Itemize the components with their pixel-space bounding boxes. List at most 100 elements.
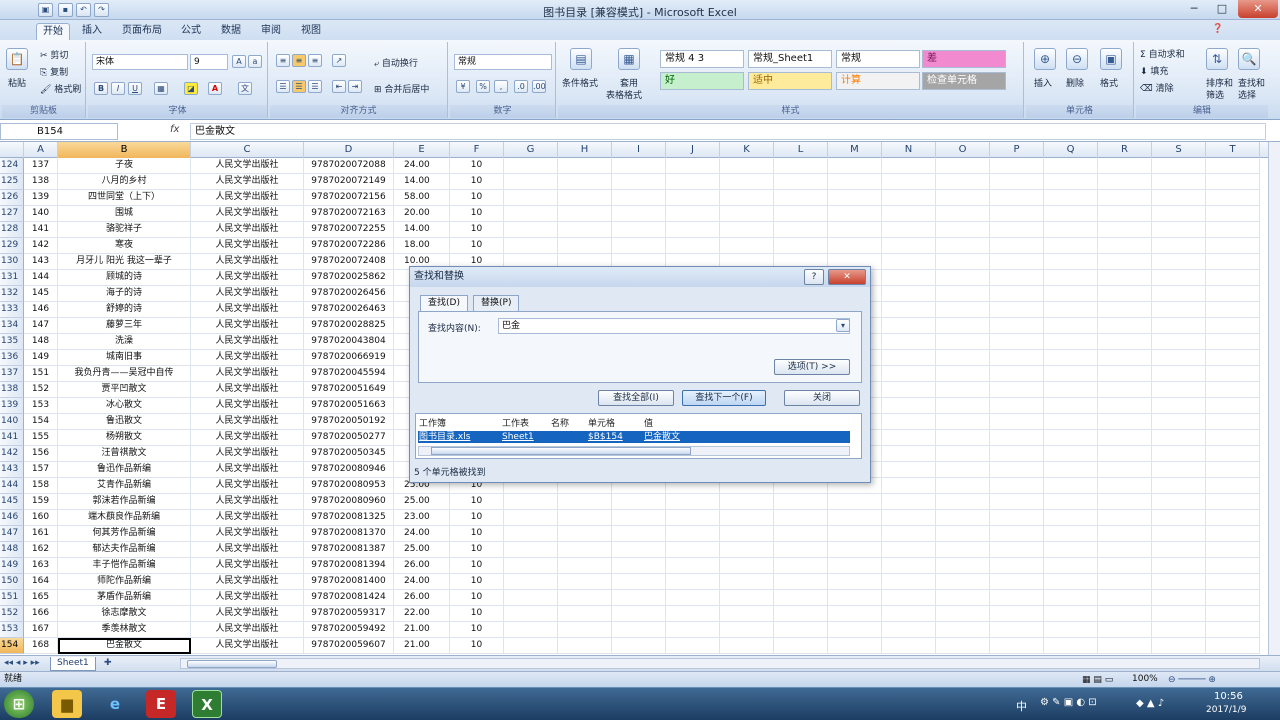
cell-c[interactable]: 人民文学出版社	[191, 622, 304, 638]
cell-d[interactable]: 9787020072156	[304, 190, 394, 206]
column-header-q[interactable]: Q	[1044, 142, 1098, 158]
zoom-level[interactable]: 100%	[1132, 672, 1158, 687]
cell-c[interactable]: 人民文学出版社	[191, 334, 304, 350]
empty-cell[interactable]	[882, 638, 936, 654]
row-header[interactable]: 127	[0, 206, 24, 222]
empty-cell[interactable]	[1206, 606, 1260, 622]
horizontal-scroll-thumb[interactable]	[187, 660, 277, 668]
empty-cell[interactable]	[612, 526, 666, 542]
empty-cell[interactable]	[504, 174, 558, 190]
empty-cell[interactable]	[828, 494, 882, 510]
vertical-scrollbar[interactable]	[1268, 142, 1280, 655]
format-table-icon[interactable]: ▦	[618, 48, 640, 70]
empty-cell[interactable]	[612, 158, 666, 174]
cell-b[interactable]: 围城	[58, 206, 191, 222]
copy-button[interactable]: ⎘ 复制	[40, 65, 68, 78]
cell-b[interactable]: 骆驼祥子	[58, 222, 191, 238]
empty-cell[interactable]	[936, 510, 990, 526]
empty-cell[interactable]	[936, 558, 990, 574]
empty-cell[interactable]	[990, 334, 1044, 350]
cell-d[interactable]: 9787020026456	[304, 286, 394, 302]
cell-a[interactable]: 158	[24, 478, 58, 494]
empty-cell[interactable]	[1206, 462, 1260, 478]
row-header[interactable]: 153	[0, 622, 24, 638]
empty-cell[interactable]	[558, 542, 612, 558]
empty-cell[interactable]	[936, 542, 990, 558]
empty-cell[interactable]	[774, 222, 828, 238]
increase-indent-icon[interactable]: ⇥	[348, 80, 362, 93]
cell-e[interactable]: 23.00	[394, 510, 450, 526]
cell-c[interactable]: 人民文学出版社	[191, 494, 304, 510]
empty-cell[interactable]	[1098, 638, 1152, 654]
empty-cell[interactable]	[1152, 606, 1206, 622]
horizontal-scrollbar[interactable]	[180, 658, 1260, 669]
empty-cell[interactable]	[1098, 254, 1152, 270]
column-header-h[interactable]: H	[558, 142, 612, 158]
delete-cells-icon[interactable]: ⊖	[1066, 48, 1088, 70]
cell-c[interactable]: 人民文学出版社	[191, 414, 304, 430]
empty-cell[interactable]	[612, 174, 666, 190]
empty-cell[interactable]	[774, 206, 828, 222]
cell-a[interactable]: 165	[24, 590, 58, 606]
empty-cell[interactable]	[666, 238, 720, 254]
conditional-format-icon[interactable]: ▤	[570, 48, 592, 70]
row-header[interactable]: 139	[0, 398, 24, 414]
empty-cell[interactable]	[558, 606, 612, 622]
close-window-button[interactable]: ✕	[1238, 0, 1278, 18]
empty-cell[interactable]	[882, 302, 936, 318]
empty-cell[interactable]	[558, 510, 612, 526]
cell-d[interactable]: 9787020043804	[304, 334, 394, 350]
empty-cell[interactable]	[990, 430, 1044, 446]
empty-cell[interactable]	[882, 206, 936, 222]
align-right-icon[interactable]: ☰	[308, 80, 322, 93]
cell-c[interactable]: 人民文学出版社	[191, 318, 304, 334]
row-header[interactable]: 129	[0, 238, 24, 254]
empty-cell[interactable]	[882, 238, 936, 254]
minimize-button[interactable]: ─	[1180, 0, 1208, 18]
explorer-icon[interactable]: ▆	[52, 690, 82, 718]
empty-cell[interactable]	[612, 622, 666, 638]
empty-cell[interactable]	[1044, 622, 1098, 638]
empty-cell[interactable]	[612, 510, 666, 526]
format-cells-icon[interactable]: ▣	[1100, 48, 1122, 70]
empty-cell[interactable]	[882, 158, 936, 174]
app-icon[interactable]: E	[146, 690, 176, 718]
empty-cell[interactable]	[828, 590, 882, 606]
maximize-button[interactable]: □	[1208, 0, 1236, 18]
tab-view[interactable]: 视图	[295, 23, 327, 40]
cell-a[interactable]: 160	[24, 510, 58, 526]
empty-cell[interactable]	[558, 638, 612, 654]
border-icon[interactable]: ▦	[154, 82, 168, 95]
cell-c[interactable]: 人民文学出版社	[191, 606, 304, 622]
header-name[interactable]: 名称	[551, 416, 569, 429]
empty-cell[interactable]	[990, 590, 1044, 606]
empty-cell[interactable]	[990, 286, 1044, 302]
empty-cell[interactable]	[936, 430, 990, 446]
cell-b[interactable]: 汪曾祺散文	[58, 446, 191, 462]
empty-cell[interactable]	[720, 206, 774, 222]
empty-cell[interactable]	[1152, 334, 1206, 350]
empty-cell[interactable]	[990, 174, 1044, 190]
cell-d[interactable]: 9787020072163	[304, 206, 394, 222]
empty-cell[interactable]	[882, 398, 936, 414]
row-header[interactable]: 154	[0, 638, 24, 654]
cell-a[interactable]: 155	[24, 430, 58, 446]
cell-b[interactable]: 师陀作品新编	[58, 574, 191, 590]
tab-page-layout[interactable]: 页面布局	[116, 23, 168, 40]
cell-a[interactable]: 139	[24, 190, 58, 206]
empty-cell[interactable]	[936, 382, 990, 398]
cell-a[interactable]: 166	[24, 606, 58, 622]
cell-d[interactable]: 9787020050277	[304, 430, 394, 446]
empty-cell[interactable]	[666, 574, 720, 590]
empty-cell[interactable]	[504, 158, 558, 174]
cell-d[interactable]: 9787020026463	[304, 302, 394, 318]
empty-cell[interactable]	[666, 494, 720, 510]
empty-cell[interactable]	[936, 462, 990, 478]
cell-a[interactable]: 156	[24, 446, 58, 462]
empty-cell[interactable]	[504, 510, 558, 526]
style-gallery-item[interactable]: 适中	[748, 72, 832, 90]
cell-a[interactable]: 161	[24, 526, 58, 542]
empty-cell[interactable]	[990, 350, 1044, 366]
row-header[interactable]: 125	[0, 174, 24, 190]
empty-cell[interactable]	[1098, 558, 1152, 574]
